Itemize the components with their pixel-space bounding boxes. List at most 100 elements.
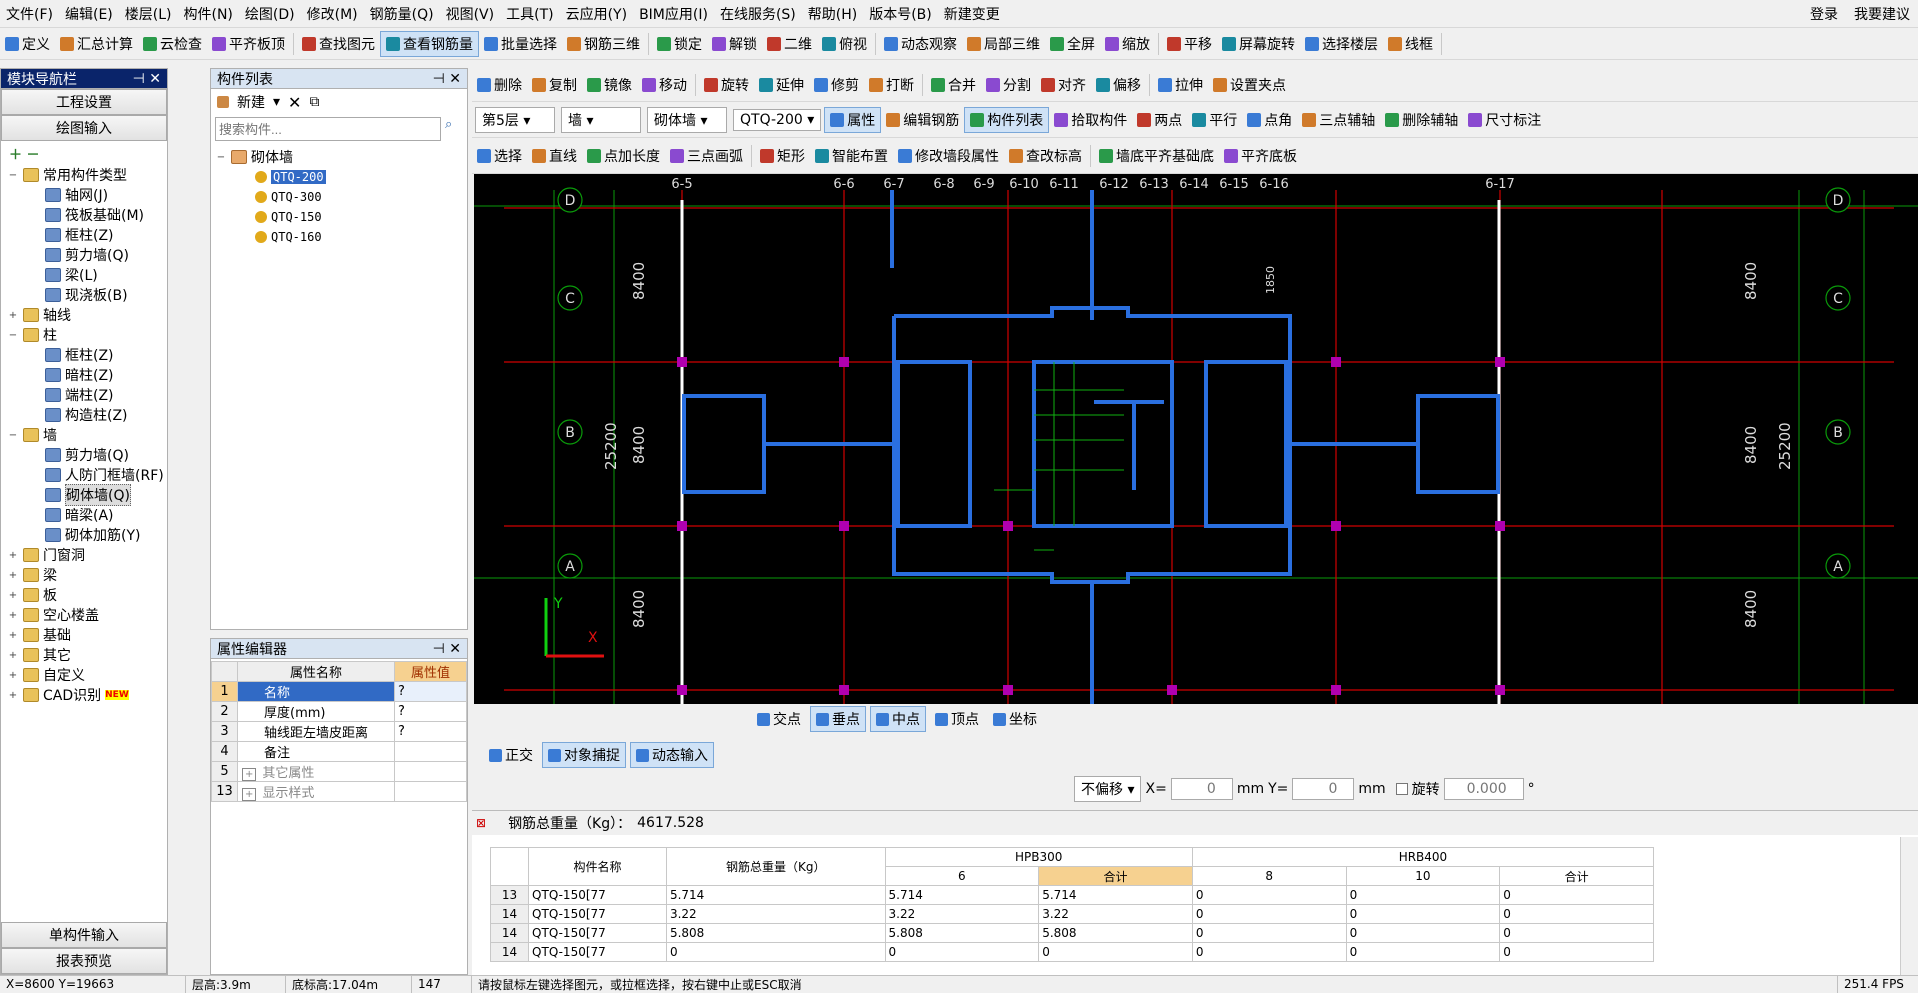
property-row[interactable]: 13 + 显示样式: [211, 781, 467, 802]
tb1-btn-11[interactable]: 俯视: [817, 31, 872, 57]
snapbar-0[interactable]: 交点: [752, 706, 806, 732]
search-input[interactable]: [215, 117, 441, 141]
tb3-btn-6[interactable]: 点角: [1242, 107, 1297, 133]
tb3-btn-0[interactable]: 属性: [824, 106, 882, 133]
expand-icon[interactable]: +: [242, 788, 257, 801]
modebar-0[interactable]: 正交: [484, 742, 538, 768]
menu-item-11[interactable]: 在线服务(S): [714, 4, 802, 24]
rebar-row[interactable]: 14 QTQ-150[77 5.808 5.808 5.808 0 0 0: [489, 923, 1654, 943]
menu-item-5[interactable]: 修改(M): [301, 4, 364, 24]
tb2-btn-7[interactable]: 打断: [864, 72, 919, 98]
snapbar-3[interactable]: 顶点: [930, 706, 984, 732]
tab-drawing-input[interactable]: 绘图输入: [1, 115, 167, 141]
nav-tree-item[interactable]: + CAD识别 NEW: [1, 685, 167, 705]
nav-tree-item[interactable]: − 柱: [1, 325, 167, 345]
menu-item-6[interactable]: 钢筋量(Q): [364, 4, 440, 24]
tb1-btn-1[interactable]: 汇总计算: [55, 31, 138, 57]
tb4-btn-8[interactable]: 墙底平齐基础底: [1094, 143, 1219, 169]
copy-icon[interactable]: ⧉: [309, 94, 319, 110]
tb4-btn-7[interactable]: 查改标高: [1004, 143, 1087, 169]
cad-drawing[interactable]: Y X 8400 8400 8400 25200 8400 8400 8400 …: [474, 174, 1918, 720]
tb3-btn-9[interactable]: 尺寸标注: [1463, 107, 1546, 133]
offset-select[interactable]: 不偏移 ▾: [1074, 776, 1142, 802]
tb3-btn-5[interactable]: 平行: [1187, 107, 1242, 133]
property-value[interactable]: [394, 761, 467, 782]
menu-item-3[interactable]: 构件(N): [178, 4, 239, 24]
property-row[interactable]: 1 名称?: [211, 681, 467, 702]
component-item[interactable]: QTQ-160: [215, 227, 467, 247]
tb4-btn-1[interactable]: 直线: [527, 143, 582, 169]
tb3-btn-8[interactable]: 删除辅轴: [1380, 107, 1463, 133]
tb2-btn-5[interactable]: 延伸: [754, 72, 809, 98]
tb3-btn-1[interactable]: 编辑钢筋: [881, 107, 964, 133]
tb4-btn-4[interactable]: 矩形: [755, 143, 810, 169]
property-value[interactable]: ?: [394, 721, 467, 742]
modebar-2[interactable]: 动态输入: [630, 742, 714, 768]
tb2-btn-9[interactable]: 分割: [981, 72, 1036, 98]
report-preview-button[interactable]: 报表预览: [1, 948, 167, 974]
select-cat[interactable]: 墙 ▾: [561, 106, 641, 133]
tb1-btn-17[interactable]: 屏幕旋转: [1217, 31, 1300, 57]
login-button[interactable]: 登录: [1802, 4, 1846, 24]
collapse-icon[interactable]: ⊠: [476, 816, 486, 830]
tb1-btn-6[interactable]: 批量选择: [479, 31, 562, 57]
select-comp[interactable]: QTQ-200 ▾: [733, 108, 822, 131]
menu-item-9[interactable]: 云应用(Y): [560, 4, 633, 24]
tb1-btn-16[interactable]: 平移: [1162, 31, 1217, 57]
select-type[interactable]: 砌体墙 ▾: [647, 106, 727, 133]
tb1-btn-7[interactable]: 钢筋三维: [562, 31, 645, 57]
expand-icon[interactable]: +: [242, 768, 257, 781]
nav-tree-item[interactable]: 框柱(Z): [1, 345, 167, 365]
rebar-row[interactable]: 13 QTQ-150[77 5.714 5.714 5.714 0 0 0: [489, 885, 1654, 905]
menu-item-2[interactable]: 楼层(L): [119, 4, 178, 24]
menu-item-12[interactable]: 帮助(H): [802, 4, 863, 24]
menu-item-10[interactable]: BIM应用(I): [633, 4, 714, 24]
menu-item-7[interactable]: 视图(V): [440, 4, 501, 24]
tb3-btn-2[interactable]: 构件列表: [964, 106, 1050, 133]
tb2-btn-13[interactable]: 设置夹点: [1208, 72, 1291, 98]
menu-item-4[interactable]: 绘图(D): [239, 4, 301, 24]
tb3-btn-3[interactable]: 拾取构件: [1049, 107, 1132, 133]
tb2-btn-11[interactable]: 偏移: [1091, 72, 1146, 98]
menu-item-8[interactable]: 工具(T): [500, 4, 559, 24]
rebar-row[interactable]: 14 QTQ-150[77 0 0 0 0 0 0: [489, 942, 1654, 962]
tb3-btn-4[interactable]: 两点: [1132, 107, 1187, 133]
modebar-1[interactable]: 对象捕捉: [542, 742, 626, 768]
component-item[interactable]: QTQ-150: [215, 207, 467, 227]
tb2-btn-4[interactable]: 旋转: [699, 72, 754, 98]
tb4-btn-6[interactable]: 修改墙段属性: [893, 143, 1004, 169]
tb4-btn-0[interactable]: 选择: [472, 143, 527, 169]
tree-root-masonry-wall[interactable]: 砌体墙: [251, 147, 293, 167]
property-row[interactable]: 4 备注: [211, 741, 467, 762]
tb1-btn-19[interactable]: 线框: [1383, 31, 1438, 57]
tb4-btn-2[interactable]: 点加长度: [582, 143, 665, 169]
tb1-btn-10[interactable]: 二维: [762, 31, 817, 57]
property-value[interactable]: [394, 781, 467, 802]
tb2-btn-3[interactable]: 移动: [637, 72, 692, 98]
nav-tree-item[interactable]: + 其它: [1, 645, 167, 665]
tb2-btn-8[interactable]: 合并: [926, 72, 981, 98]
select-floor[interactable]: 第5层 ▾: [475, 106, 555, 133]
menu-item-13[interactable]: 版本号(B): [863, 4, 938, 24]
nav-tree-item[interactable]: + 自定义: [1, 665, 167, 685]
component-item[interactable]: QTQ-200: [215, 167, 467, 187]
vertical-scrollbar[interactable]: [1900, 837, 1918, 975]
nav-tree-item[interactable]: 现浇板(B): [1, 285, 167, 305]
nav-tree-item[interactable]: 筏板基础(M): [1, 205, 167, 225]
nav-tree-item[interactable]: + 梁: [1, 565, 167, 585]
rotate-input[interactable]: 0.000: [1443, 778, 1524, 800]
nav-tree-item[interactable]: + 轴线: [1, 305, 167, 325]
property-value[interactable]: ?: [394, 701, 467, 722]
nav-tree-item[interactable]: 砌体加筋(Y): [1, 525, 167, 545]
nav-tree-item[interactable]: 剪力墙(Q): [1, 245, 167, 265]
property-row[interactable]: 5 + 其它属性: [211, 761, 467, 782]
tb1-btn-18[interactable]: 选择楼层: [1300, 31, 1383, 57]
nav-tree-item[interactable]: 剪力墙(Q): [1, 445, 167, 465]
nav-tree-item[interactable]: 构造柱(Z): [1, 405, 167, 425]
snapbar-1[interactable]: 垂点: [810, 706, 866, 732]
menu-item-1[interactable]: 编辑(E): [59, 4, 119, 24]
nav-tree-item[interactable]: 轴网(J): [1, 185, 167, 205]
property-row[interactable]: 3 轴线距左墙皮距离?: [211, 721, 467, 742]
menu-item-14[interactable]: 新建变更: [938, 4, 1006, 24]
tb1-btn-15[interactable]: 缩放: [1100, 31, 1155, 57]
